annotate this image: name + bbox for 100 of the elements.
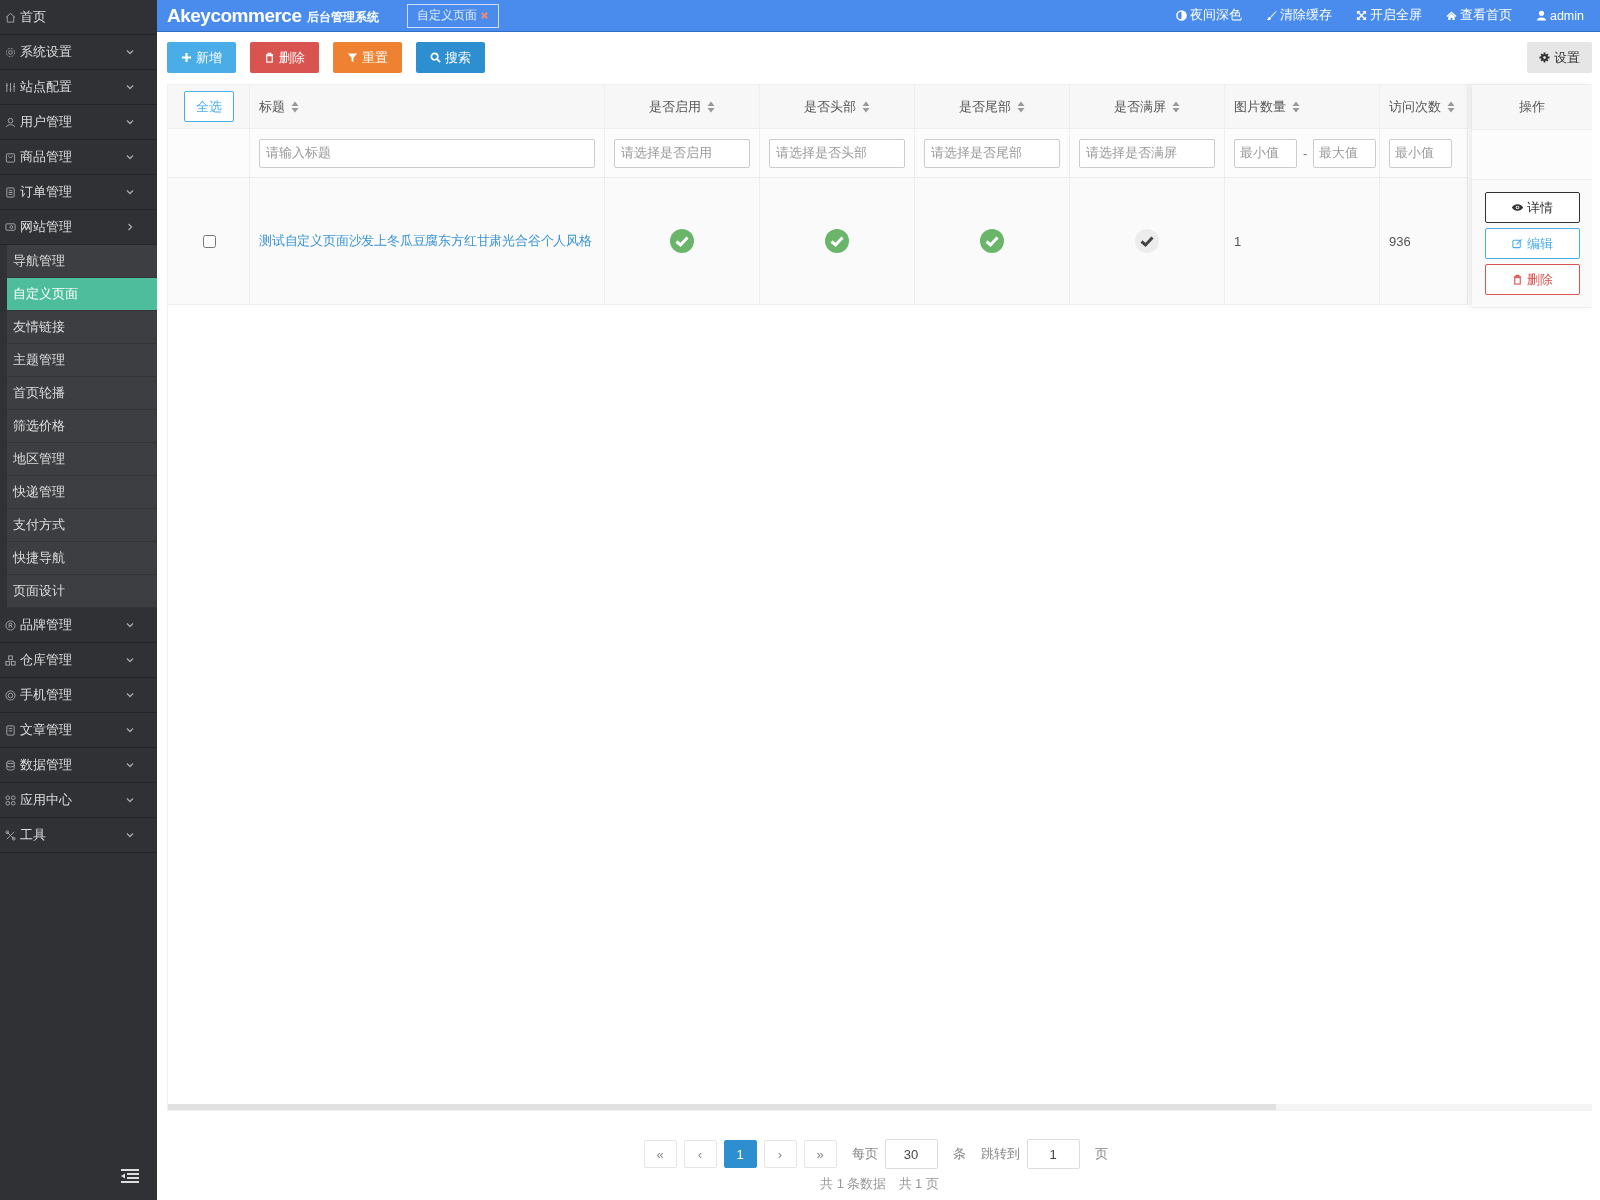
previous-page-button[interactable]: ‹ [683, 1140, 717, 1168]
sort-icon[interactable] [1447, 100, 1455, 113]
row-action-button[interactable]: 删除 [1484, 264, 1580, 295]
column-header: 访问次数 [1389, 97, 1441, 116]
boxes-icon [5, 654, 16, 666]
column-header: 是否满屏 [1114, 97, 1166, 116]
select-field[interactable]: 请选择是否尾部 [924, 138, 1060, 168]
page-number-button[interactable]: 1 [723, 1140, 757, 1168]
submenu-item[interactable]: 首页轮播 [7, 377, 157, 410]
column-header: 标题 [259, 97, 285, 116]
chevron-icon [125, 82, 135, 92]
chevron-icon [125, 760, 135, 770]
sort-icon[interactable] [862, 100, 870, 113]
trash-icon [1511, 274, 1523, 285]
chevron-icon [125, 690, 135, 700]
select-field[interactable]: 请选择是否满屏 [1079, 138, 1215, 168]
chevron-icon [125, 152, 135, 162]
expand-icon [1355, 10, 1367, 21]
close-icon[interactable] [480, 11, 490, 20]
submenu-item[interactable]: 支付方式 [7, 509, 157, 542]
chevron-icon [125, 47, 135, 57]
row-action-button[interactable]: 详情 [1484, 192, 1580, 223]
jump-to-label: 跳转到 [980, 1145, 1020, 1163]
collapse-menu-icon[interactable] [121, 1169, 139, 1183]
plus-icon [181, 52, 192, 63]
per-page-label: 每页 [851, 1145, 878, 1163]
eye-icon [1511, 202, 1523, 213]
sort-icon[interactable] [707, 100, 715, 113]
sort-icon[interactable] [1017, 100, 1025, 113]
column-header: 图片数量 [1234, 97, 1286, 116]
chevron-icon [125, 830, 135, 840]
sort-icon[interactable] [1292, 100, 1300, 113]
chevron-icon [125, 795, 135, 805]
total-pages: 共 1 页 [898, 1175, 939, 1193]
list-icon [5, 186, 16, 198]
search-icon [430, 52, 441, 63]
brush-icon [1265, 10, 1277, 21]
home-icon [1445, 10, 1457, 21]
document-icon [5, 724, 16, 736]
max-value-field[interactable]: 最大值 [1313, 138, 1377, 168]
submenu-item[interactable]: 筛选价格 [7, 410, 157, 443]
user-icon [5, 116, 16, 128]
range-separator: - [1303, 145, 1308, 161]
monitor-icon [5, 221, 16, 233]
first-page-button[interactable]: « [643, 1140, 677, 1168]
chevron-icon [125, 187, 135, 197]
settings-icon [1539, 52, 1550, 63]
table-cell: 936 [1389, 233, 1411, 249]
trash-icon [264, 52, 275, 63]
page-unit: 页 [1094, 1145, 1108, 1163]
last-page-button[interactable]: » [803, 1140, 837, 1168]
title-search-field[interactable]: 请输入标题 [259, 138, 595, 168]
column-header: 是否头部 [804, 97, 856, 116]
select-field[interactable]: 请选择是否头部 [769, 138, 905, 168]
per-page-unit: 条 [952, 1145, 966, 1163]
settings-icon [5, 46, 16, 58]
table-cell: 1 [1234, 233, 1242, 249]
total-records: 共 1 条数据 [820, 1175, 887, 1193]
next-page-button[interactable]: › [763, 1140, 797, 1168]
circle-icon [5, 689, 16, 701]
sliders-icon [5, 81, 16, 93]
logo-subtitle: 后台管理系统 [307, 9, 380, 26]
chevron-icon [125, 655, 135, 665]
sort-icon[interactable] [291, 100, 299, 113]
logo: Akeycommerce [167, 4, 302, 27]
contrast-icon [1175, 10, 1187, 21]
row-checkbox[interactable] [202, 234, 216, 248]
submenu-item[interactable]: 友情链接 [7, 311, 157, 344]
min-value-field[interactable]: 最小值 [1234, 138, 1297, 168]
tab-label: 自定义页面 [417, 7, 478, 24]
submenu-item[interactable]: 主题管理 [7, 344, 157, 377]
column-header: 是否尾部 [959, 97, 1011, 116]
per-page-field[interactable]: 30 [884, 1139, 938, 1169]
submenu-item[interactable]: 导航管理 [7, 245, 157, 278]
horizontal-scrollbar[interactable] [168, 1104, 1592, 1110]
submenu-item[interactable]: 快递管理 [7, 476, 157, 509]
select-field[interactable]: 请选择是否启用 [614, 138, 750, 168]
tools-icon [5, 829, 16, 841]
chevron-icon [125, 117, 135, 127]
bag-icon [5, 151, 16, 163]
chevron-icon [125, 725, 135, 735]
submenu-item[interactable]: 快捷导航 [7, 542, 157, 575]
registered-icon [5, 619, 16, 631]
column-header: 是否启用 [649, 97, 701, 116]
filter-icon [347, 52, 358, 63]
submenu-item[interactable]: 页面设计 [7, 575, 157, 608]
toolbar-button[interactable]: 搜索 [416, 42, 485, 73]
toolbar-button[interactable]: 删除 [250, 42, 319, 73]
column-header: 操作 [1519, 98, 1545, 116]
min-value-field[interactable]: 最小值 [1389, 138, 1452, 168]
submenu-item[interactable]: 地区管理 [7, 443, 157, 476]
user-icon [1535, 10, 1547, 21]
chevron-icon [125, 620, 135, 630]
chevron-icon [125, 222, 135, 232]
settings-button[interactable]: 设置 [1527, 42, 1592, 73]
sort-icon[interactable] [1172, 100, 1180, 113]
database-icon [5, 759, 16, 771]
home-icon [5, 11, 16, 23]
grid-icon [5, 794, 16, 806]
jump-page-field[interactable]: 1 [1026, 1139, 1080, 1169]
